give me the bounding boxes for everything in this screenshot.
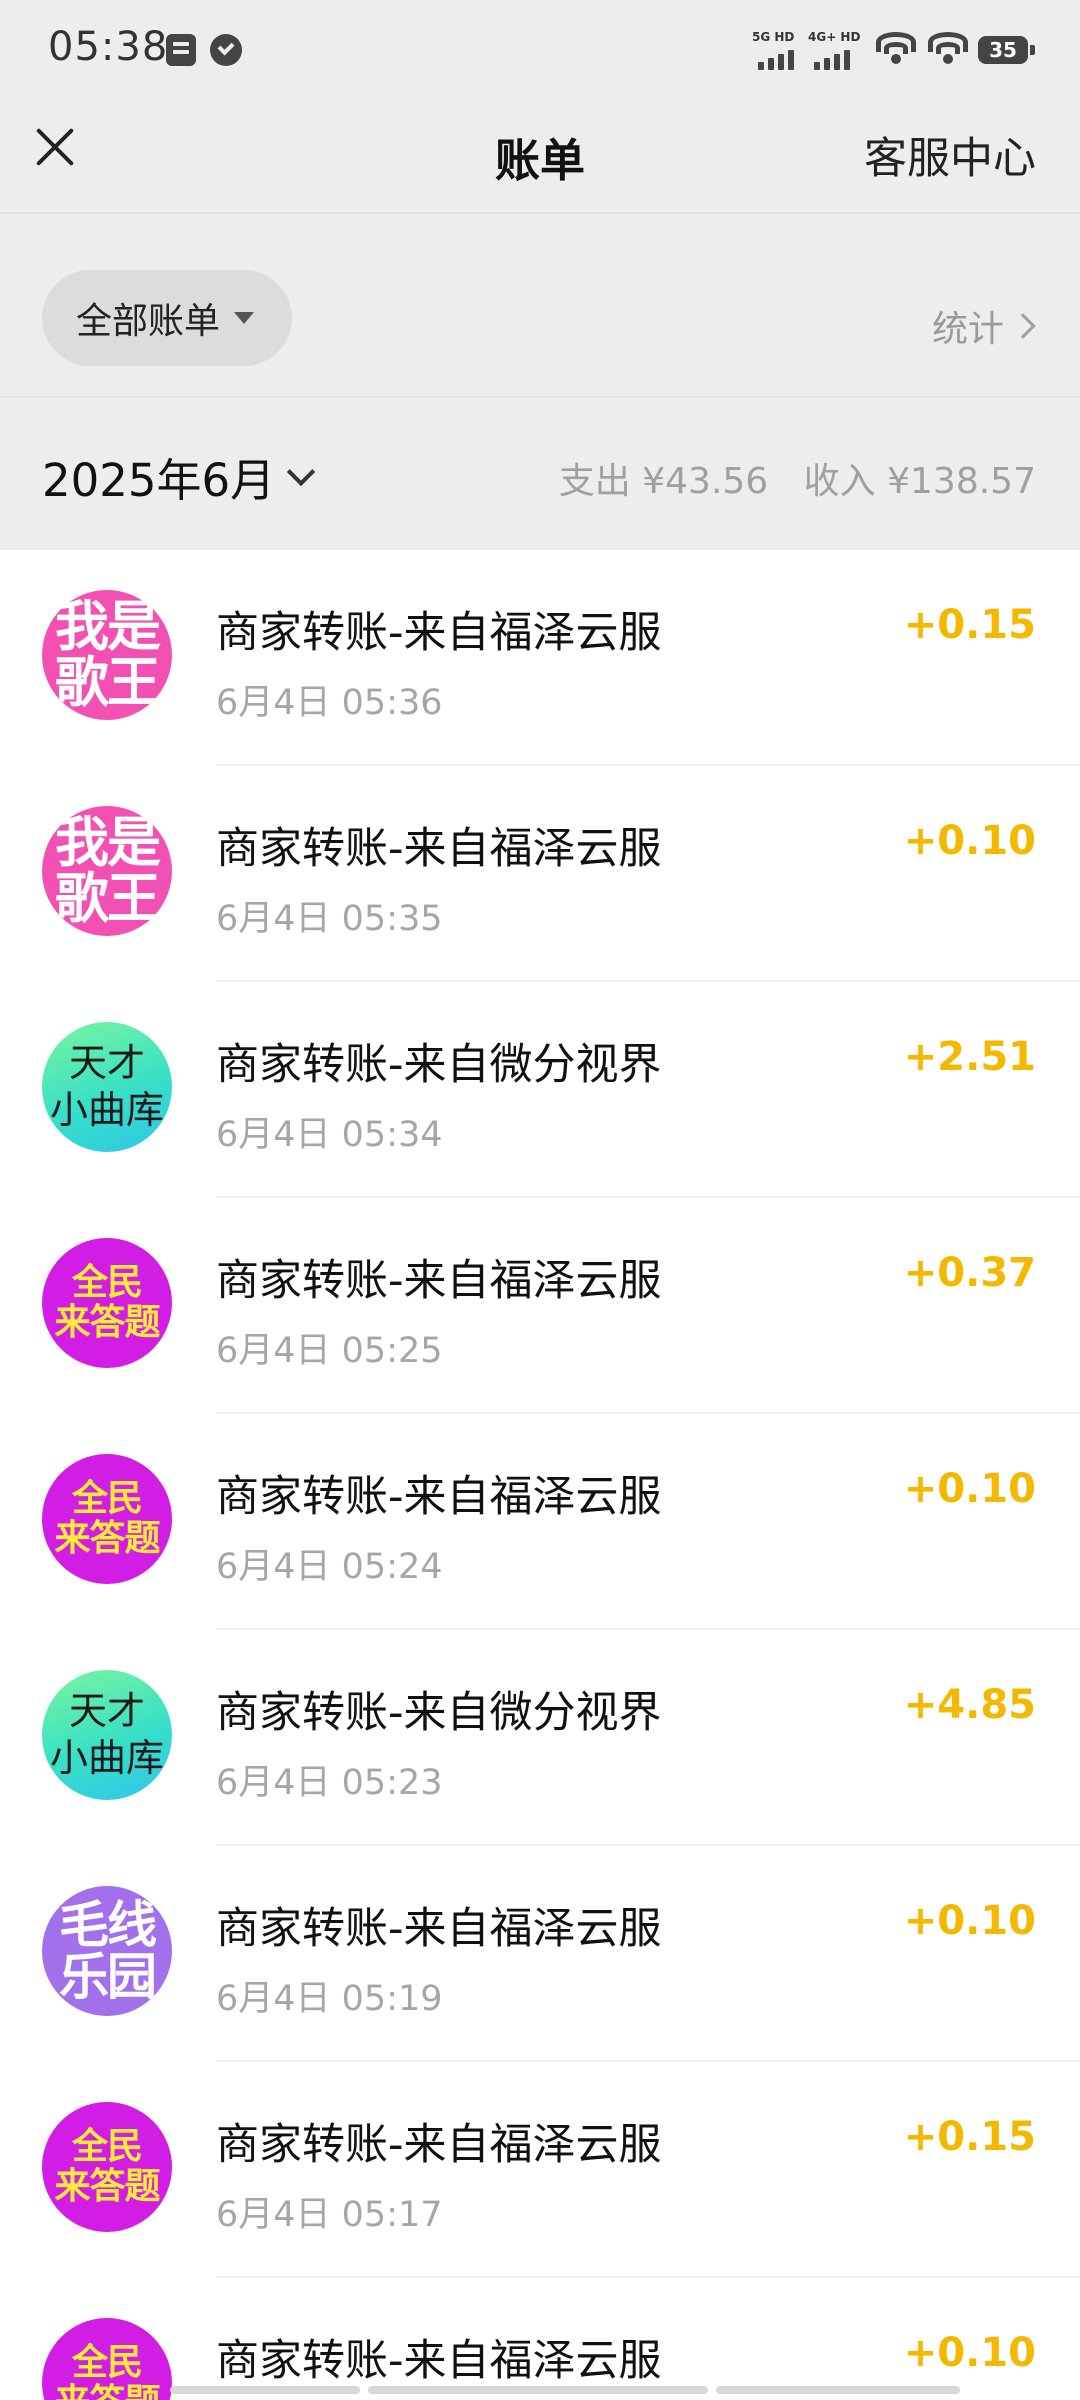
transaction-time: 6月4日 05:19 <box>216 1979 443 2019</box>
gesture-bar <box>170 2386 960 2394</box>
transaction-amount: +4.85 <box>903 1682 1036 1728</box>
transaction-row[interactable]: 全民来答题 商家转账-来自福泽云服 +0.10 <box>0 2278 1080 2400</box>
transaction-row[interactable]: 全民 来答题 商家转账-来自福泽云服 6月4日 05:17 +0.15 <box>0 2062 1080 2278</box>
transaction-time: 6月4日 05:25 <box>216 1331 443 1371</box>
transaction-amount: +0.10 <box>903 818 1036 864</box>
chevron-down-icon <box>287 457 316 486</box>
signal-5g-icon: 5G HD <box>752 30 804 70</box>
nav-bar: 账单 客服中心 <box>0 100 1080 214</box>
transaction-amount: +0.15 <box>903 2114 1036 2160</box>
transaction-list: 我是 歌王 商家转账-来自福泽云服 6月4日 05:36 +0.15 我是 歌王 商… <box>0 550 1080 2400</box>
transaction-amount: +0.37 <box>903 1250 1036 1296</box>
transaction-title: 商家转账-来自福泽云服 <box>216 1904 662 1954</box>
wifi-icon <box>926 32 970 66</box>
expense-total: 支出 ¥43.56 <box>558 461 769 502</box>
filter-row: 全部账单 统计 <box>0 214 1080 398</box>
transaction-title: 商家转账-来自微分视界 <box>216 1040 662 1090</box>
month-label: 2025年6月 <box>42 454 276 507</box>
top-area: 05:38 5G HD 4G+ HD 35 账单 客服中心 全部账单 统计 20… <box>0 0 1080 550</box>
filter-label: 全部账单 <box>76 301 221 342</box>
transaction-time: 6月4日 05:36 <box>216 683 443 723</box>
status-bar: 05:38 5G HD 4G+ HD 35 <box>0 0 1080 100</box>
transaction-title: 商家转账-来自福泽云服 <box>216 1472 662 1522</box>
statistics-label: 统计 <box>931 309 1004 350</box>
transaction-amount: +0.15 <box>903 602 1036 648</box>
merchant-avatar: 全民来答题 <box>42 2102 172 2232</box>
transaction-title: 商家转账-来自福泽云服 <box>216 2120 662 2170</box>
transaction-row[interactable]: 毛线 乐园 商家转账-来自福泽云服 6月4日 05:19 +0.10 <box>0 1846 1080 2062</box>
transaction-row[interactable]: 全民 来答题 商家转账-来自福泽云服 6月4日 05:25 +0.37 <box>0 1198 1080 1414</box>
bill-type-filter[interactable]: 全部账单 <box>42 270 292 366</box>
transaction-row[interactable]: 天才 小曲库 商家转账-来自微分视界 6月4日 05:34 +2.51 <box>0 982 1080 1198</box>
transaction-title: 商家转账-来自微分视界 <box>216 1688 662 1738</box>
transaction-time: 6月4日 05:24 <box>216 1547 443 1587</box>
merchant-avatar: 天才 小曲库 <box>42 1022 172 1152</box>
transaction-row[interactable]: 全民 来答题 商家转账-来自福泽云服 6月4日 05:24 +0.10 <box>0 1414 1080 1630</box>
merchant-avatar: 我是 歌王 <box>42 806 172 936</box>
transaction-row[interactable]: 我是 歌王 商家转账-来自福泽云服 6月4日 05:36 +0.15 <box>0 550 1080 766</box>
net2-label: 4G+ HD <box>808 30 861 44</box>
income-total: 收入 ¥138.57 <box>803 461 1036 502</box>
transaction-amount: +2.51 <box>903 1034 1036 1080</box>
merchant-avatar: 全民来答题 <box>42 1238 172 1368</box>
customer-service-link[interactable]: 客服中心 <box>864 124 1036 186</box>
merchant-avatar: 我是 歌王 <box>42 590 172 720</box>
transaction-time: 6月4日 05:34 <box>216 1115 443 1155</box>
battery-icon: 35 <box>978 36 1035 64</box>
transaction-title: 商家转账-来自福泽云服 <box>216 608 662 658</box>
month-header: 2025年6月 支出 ¥43.56 收入 ¥138.57 <box>0 398 1080 550</box>
signal-4g-icon: 4G+ HD <box>808 30 860 70</box>
chevron-right-icon <box>1010 313 1036 339</box>
transaction-title: 商家转账-来自福泽云服 <box>216 1256 662 1306</box>
transaction-row[interactable]: 我是 歌王 商家转账-来自福泽云服 6月4日 05:35 +0.10 <box>0 766 1080 982</box>
wifi-share-icon <box>874 32 918 66</box>
transaction-time: 6月4日 05:17 <box>216 2195 443 2235</box>
status-time: 05:38 <box>48 24 169 70</box>
transaction-row[interactable]: 天才 小曲库 商家转账-来自微分视界 6月4日 05:23 +4.85 <box>0 1630 1080 1846</box>
transaction-title: 商家转账-来自福泽云服 <box>216 824 662 874</box>
statistics-link[interactable]: 统计 <box>931 300 1036 352</box>
merchant-avatar: 全民来答题 <box>42 1454 172 1584</box>
check-circle-icon <box>210 34 242 66</box>
transaction-amount: +0.10 <box>903 1466 1036 1512</box>
month-picker[interactable]: 2025年6月 <box>42 444 316 509</box>
net1-label: 5G HD <box>752 30 795 44</box>
month-summary: 支出 ¥43.56 收入 ¥138.57 <box>559 452 1036 504</box>
transaction-time: 6月4日 05:23 <box>216 1763 443 1803</box>
transaction-amount: +0.10 <box>903 1898 1036 1944</box>
merchant-avatar: 毛线 乐园 <box>42 1886 172 2016</box>
merchant-avatar: 全民来答题 <box>42 2318 172 2400</box>
transaction-amount: +0.10 <box>903 2330 1036 2376</box>
transaction-time: 6月4日 05:35 <box>216 899 443 939</box>
caret-down-icon <box>234 312 255 324</box>
merchant-avatar: 天才 小曲库 <box>42 1670 172 1800</box>
transaction-title: 商家转账-来自福泽云服 <box>216 2336 662 2386</box>
notification-icon <box>166 34 196 66</box>
